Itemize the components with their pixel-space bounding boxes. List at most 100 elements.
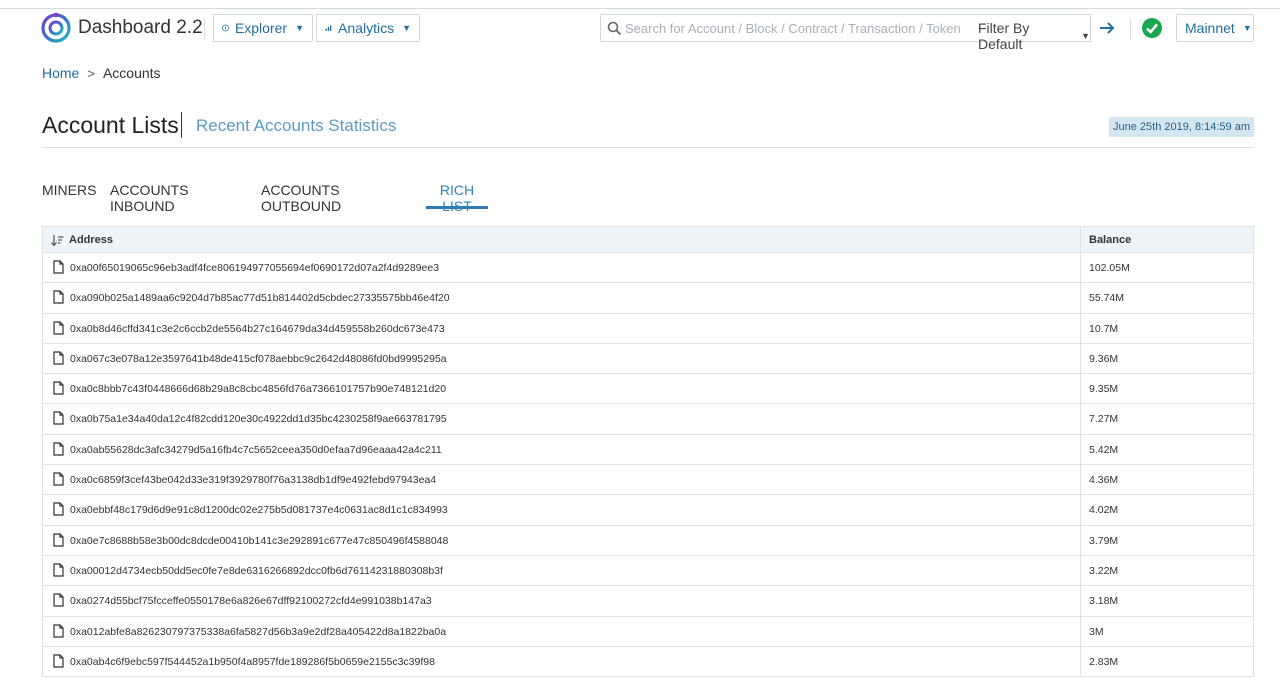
network-select-label: Mainnet xyxy=(1185,20,1235,36)
account-balance: 55.74M xyxy=(1089,292,1125,305)
chevron-down-icon: ▼ xyxy=(1242,23,1252,33)
file-icon xyxy=(53,502,64,516)
breadcrumb-home-link[interactable]: Home xyxy=(42,65,79,81)
file-icon xyxy=(53,533,64,547)
account-balance: 3M xyxy=(1089,625,1104,638)
tab-rich-list[interactable]: RICH LIST xyxy=(426,182,488,214)
app-title[interactable]: Dashboard 2.2 xyxy=(78,17,203,39)
title-divider xyxy=(181,112,182,138)
account-address-link[interactable]: 0xa0c8bbb7c43f0448666d68b29a8c8cbc4856fd… xyxy=(70,383,446,395)
account-address-link[interactable]: 0xa0ab4c6f9ebc597f544452a1b950f4a8957fde… xyxy=(70,656,435,668)
file-icon xyxy=(53,654,64,668)
table-row[interactable]: 0xa012abfe8a826230797375338a6fa5827d56b3… xyxy=(43,616,1253,647)
recent-accounts-statistics-link[interactable]: Recent Accounts Statistics xyxy=(196,116,396,136)
search-filter-select[interactable]: Filter By Default ▼ xyxy=(978,20,1090,52)
explorer-menu-button[interactable]: Explorer ▼ xyxy=(213,14,313,42)
account-balance: 2.83M xyxy=(1089,655,1119,668)
account-balance: 4.02M xyxy=(1089,504,1119,517)
account-address-link[interactable]: 0xa0274d55bcf75fcceffe0550178e6a826e67df… xyxy=(70,595,432,607)
title-divider-rule xyxy=(42,147,1254,148)
table-row[interactable]: 0xa0ab4c6f9ebc597f544452a1b950f4a8957fde… xyxy=(43,646,1253,678)
account-address-link[interactable]: 0xa012abfe8a826230797375338a6fa5827d56b3… xyxy=(70,626,446,638)
table-row[interactable]: 0xa0ebbf48c179d6d9e91c8d1200dc02e275b5d0… xyxy=(43,495,1253,526)
table-row[interactable]: 0xa0ab55628dc3afc34279d5a16fb4c7c5652cee… xyxy=(43,434,1253,466)
breadcrumb: Home > Accounts xyxy=(42,65,161,81)
search-icon xyxy=(607,21,622,36)
table-row[interactable]: 0xa0c8bbb7c43f0448666d68b29a8c8cbc4856fd… xyxy=(43,374,1253,405)
top-border xyxy=(0,0,1280,9)
bar-chart-icon xyxy=(325,25,332,32)
table-row[interactable]: 0xa0274d55bcf75fcceffe0550178e6a826e67df… xyxy=(43,586,1253,617)
rich-list-table: Address Balance 0xa00f65019065c96eb3adf4… xyxy=(42,226,1254,678)
account-address-link[interactable]: 0xa00012d4734ecb50dd5ec0fe7e8de631626689… xyxy=(70,565,443,577)
file-icon xyxy=(53,320,64,335)
header-divider xyxy=(1130,18,1131,40)
column-divider xyxy=(1080,555,1081,586)
account-balance: 102.05M xyxy=(1089,262,1130,274)
account-address-link[interactable]: 0xa0b75a1e34a40da12c4f82cdd120e30c4922dd… xyxy=(70,413,447,425)
column-divider xyxy=(1080,495,1081,525)
account-balance: 3.18M xyxy=(1089,595,1119,608)
check-circle-icon xyxy=(1142,18,1162,38)
header-divider xyxy=(204,18,205,40)
file-icon xyxy=(53,351,64,365)
account-address-link[interactable]: 0xa067c3e078a12e3597641b48de415cf078aebb… xyxy=(70,353,447,365)
tab-miners[interactable]: MINERS xyxy=(42,182,96,209)
account-address-link[interactable]: 0xa0c6859f3cef43be042d33e319f3929780f76a… xyxy=(70,474,436,486)
table-row[interactable]: 0xa00f65019065c96eb3adf4fce8061949770556… xyxy=(43,253,1253,284)
sort-icon[interactable] xyxy=(51,235,64,246)
account-address-link[interactable]: 0xa00f65019065c96eb3adf4fce8061949770556… xyxy=(70,262,439,274)
table-row[interactable]: 0xa00012d4734ecb50dd5ec0fe7e8de631626689… xyxy=(43,555,1253,587)
account-address-link[interactable]: 0xa0b8d46cffd341c3e2c6ccb2de5564b27c1646… xyxy=(70,323,445,335)
column-divider xyxy=(1080,313,1081,343)
account-balance: 10.7M xyxy=(1089,322,1119,335)
table-row[interactable]: 0xa0e7c8688b58e3b00dc8dcde00410b141c3e29… xyxy=(43,525,1253,556)
account-address-link[interactable]: 0xa090b025a1489aa6c9204d7b85ac77d51b8144… xyxy=(70,292,450,304)
filter-select-label: Filter By Default xyxy=(978,20,1030,52)
column-divider xyxy=(1080,465,1081,495)
arrow-right-icon[interactable] xyxy=(1097,18,1117,38)
chevron-down-icon: ▼ xyxy=(1081,31,1090,41)
column-divider xyxy=(1080,434,1081,465)
table-row[interactable]: 0xa0b75a1e34a40da12c4f82cdd120e30c4922dd… xyxy=(43,404,1253,435)
file-icon xyxy=(53,260,64,274)
top-header: Dashboard 2.2 Explorer ▼ Analytics ▼ Fil… xyxy=(0,10,1280,52)
search-input[interactable] xyxy=(625,15,965,41)
file-icon xyxy=(53,593,64,607)
tab-accounts-outbound[interactable]: ACCOUNTS OUTBOUND xyxy=(261,182,341,214)
column-divider xyxy=(1080,646,1081,677)
analytics-menu-label: Analytics xyxy=(338,20,395,36)
table-body: 0xa00f65019065c96eb3adf4fce8061949770556… xyxy=(43,253,1253,678)
account-address-link[interactable]: 0xa0ab55628dc3afc34279d5a16fb4c7c5652cee… xyxy=(70,444,442,456)
analytics-menu-button[interactable]: Analytics ▼ xyxy=(316,14,420,42)
file-icon xyxy=(53,411,64,426)
explorer-menu-label: Explorer xyxy=(234,20,288,36)
account-balance: 9.35M xyxy=(1089,383,1119,396)
table-row[interactable]: 0xa067c3e078a12e3597641b48de415cf078aebb… xyxy=(43,343,1253,375)
column-divider xyxy=(1080,227,1081,253)
tab-accounts-inbound[interactable]: ACCOUNTS INBOUND xyxy=(110,182,189,214)
table-row[interactable]: 0xa090b025a1489aa6c9204d7b85ac77d51b8144… xyxy=(43,283,1253,314)
column-header-address[interactable]: Address xyxy=(69,234,113,246)
column-header-balance[interactable]: Balance xyxy=(1089,234,1131,246)
file-icon xyxy=(53,442,64,456)
compass-icon xyxy=(222,24,229,32)
page-title: Account Lists xyxy=(42,112,179,138)
account-address-link[interactable]: 0xa0ebbf48c179d6d9e91c8d1200dc02e275b5d0… xyxy=(70,504,448,516)
app-logo-icon[interactable] xyxy=(40,12,72,44)
account-address-link[interactable]: 0xa0e7c8688b58e3b00dc8dcde00410b141c3e29… xyxy=(70,535,448,547)
table-row[interactable]: 0xa0b8d46cffd341c3e2c6ccb2de5564b27c1646… xyxy=(43,313,1253,344)
column-divider xyxy=(1080,404,1081,434)
network-select-button[interactable]: Mainnet ▼ xyxy=(1176,14,1254,42)
file-icon xyxy=(53,472,64,486)
chevron-down-icon: ▼ xyxy=(402,23,411,33)
account-balance: 5.42M xyxy=(1089,443,1119,456)
chevron-down-icon: ▼ xyxy=(295,23,304,33)
file-icon xyxy=(53,623,64,638)
table-row[interactable]: 0xa0c6859f3cef43be042d33e319f3929780f76a… xyxy=(43,465,1253,496)
file-icon xyxy=(53,563,64,577)
table-header: Address Balance xyxy=(43,227,1253,253)
column-divider xyxy=(1080,525,1081,555)
column-divider xyxy=(1080,616,1081,646)
account-balance: 9.36M xyxy=(1089,352,1119,365)
